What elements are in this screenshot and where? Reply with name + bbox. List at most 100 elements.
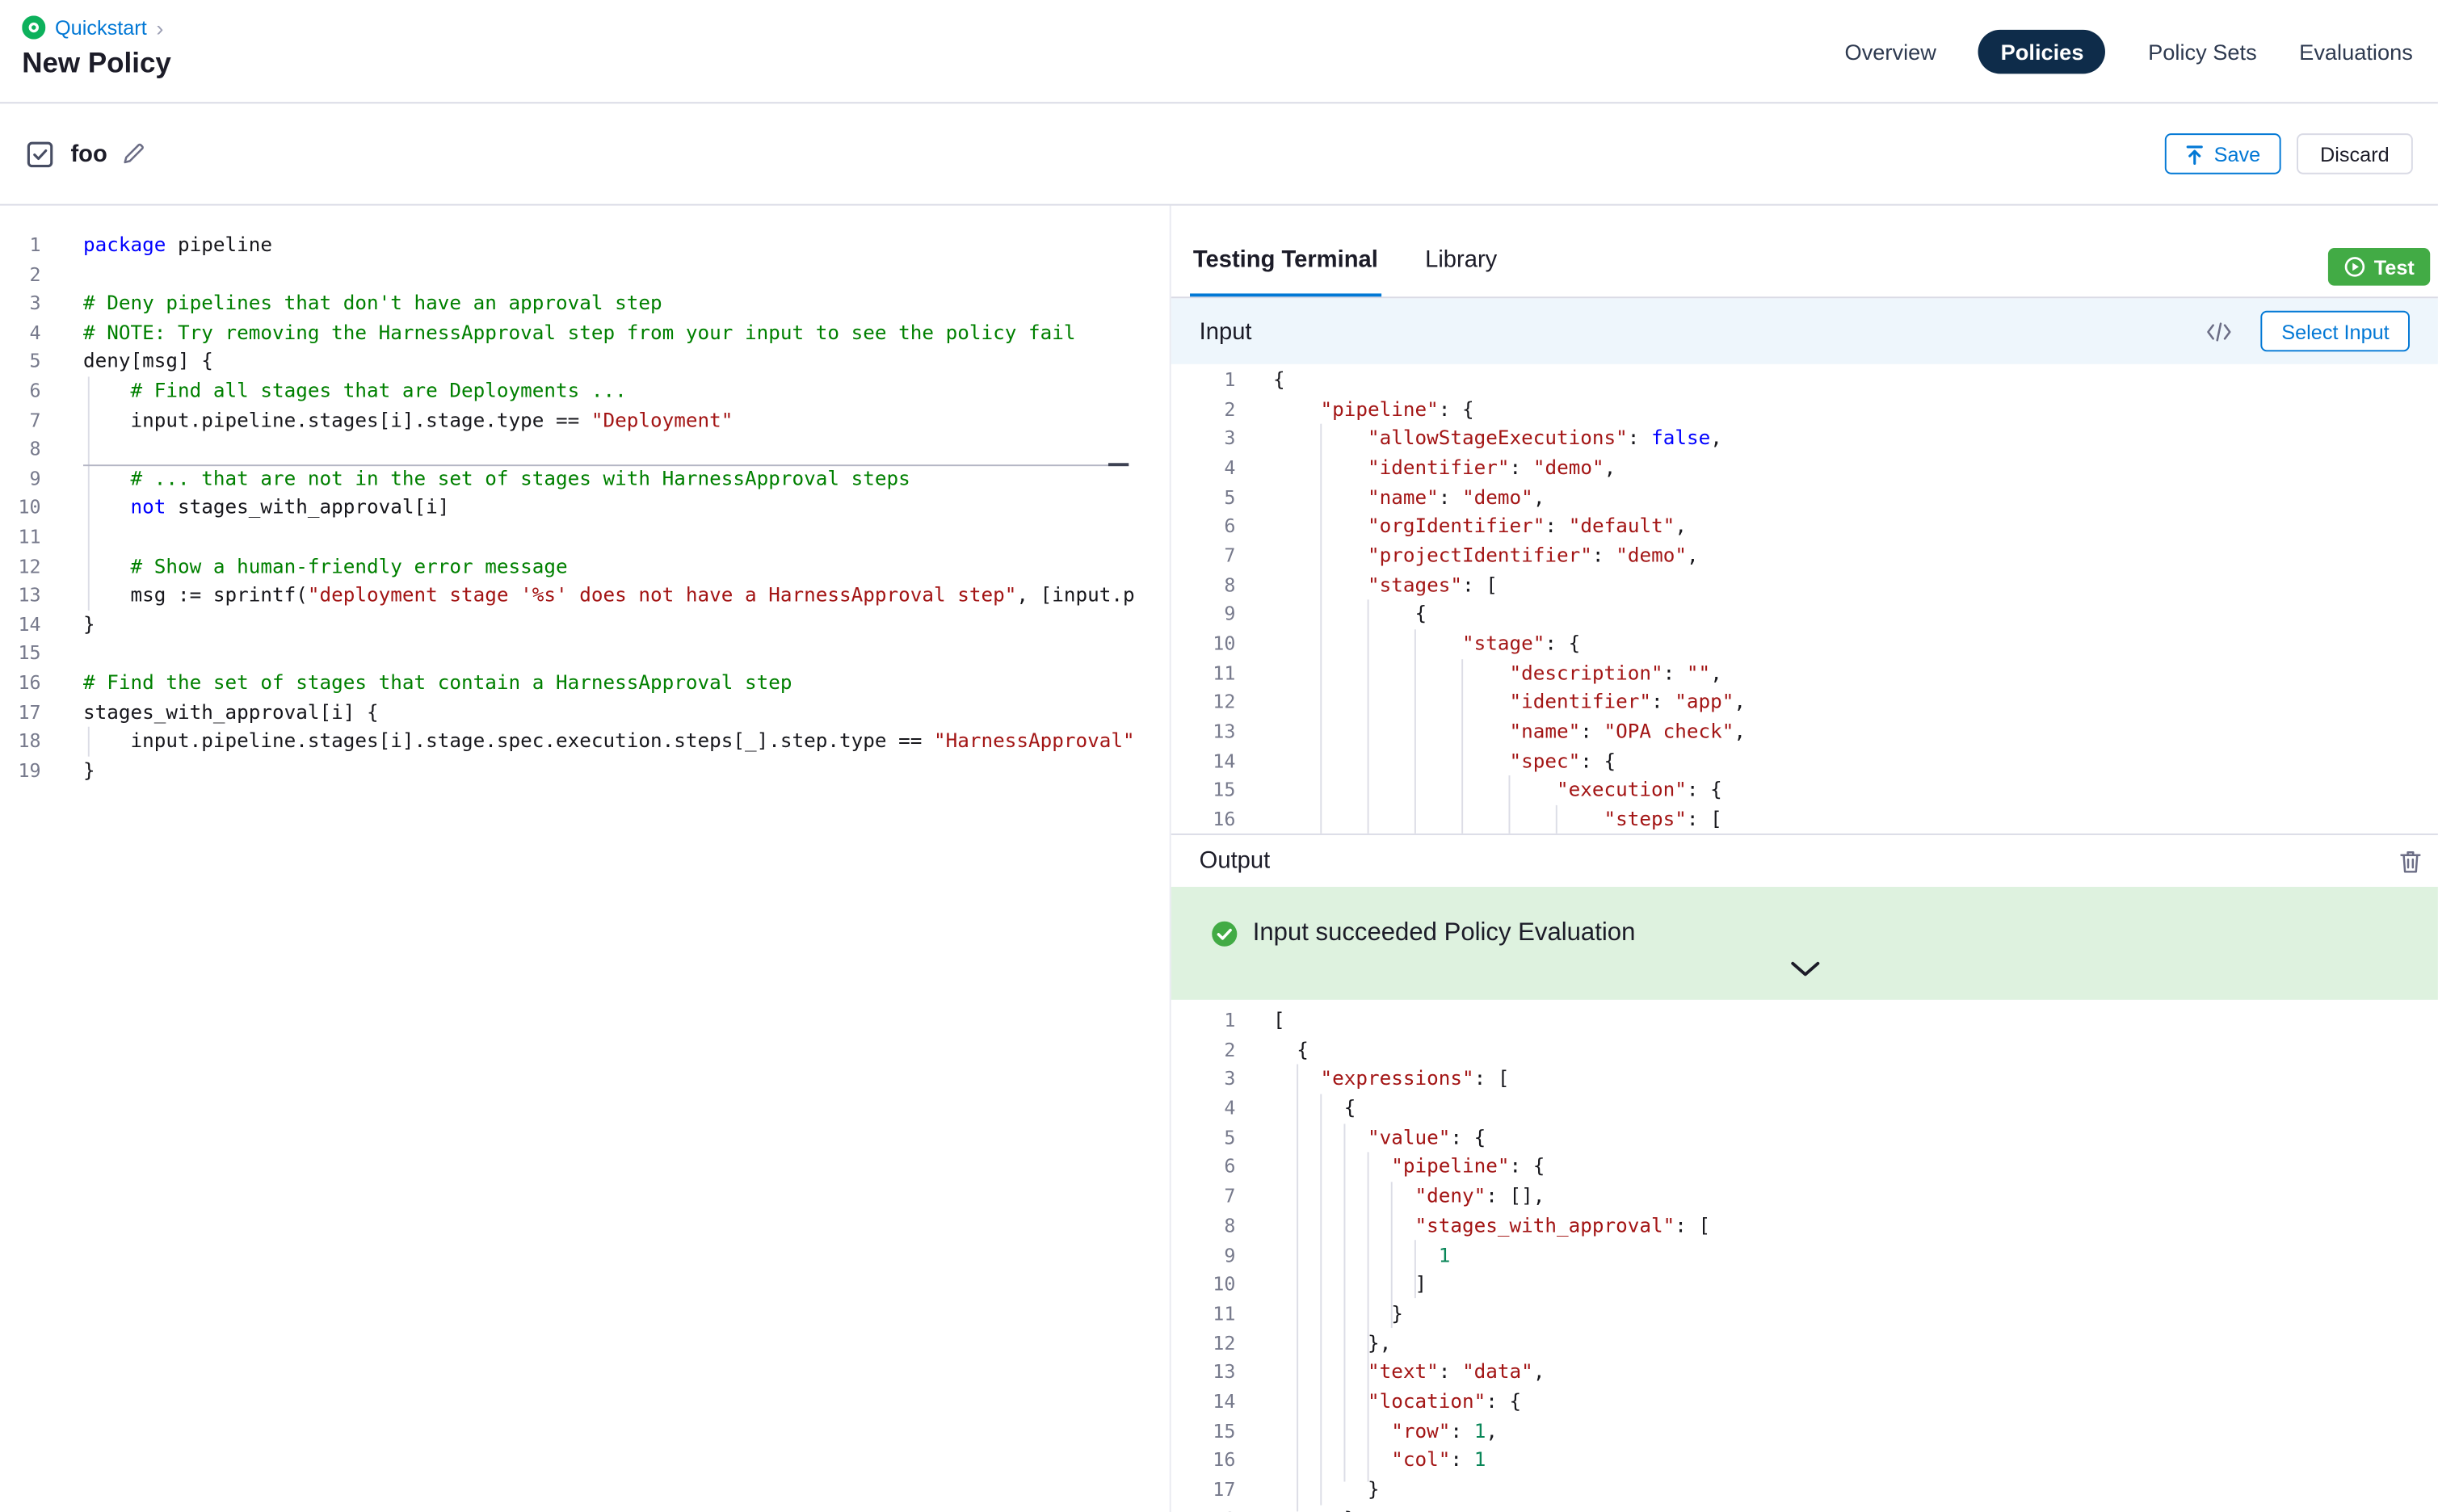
code-line[interactable]: 5deny[msg] {	[0, 347, 1170, 376]
save-button[interactable]: Save	[2165, 133, 2280, 174]
code-line-text: },	[1235, 1329, 1391, 1358]
nav-item-policies[interactable]: Policies	[1978, 30, 2105, 74]
code-line[interactable]: 11 "description": "",	[1171, 659, 2438, 688]
code-line[interactable]: 11	[0, 523, 1170, 552]
main-content: 1package pipeline23# Deny pipelines that…	[0, 206, 2438, 1512]
code-line[interactable]: 5 "name": "demo",	[1171, 483, 2438, 512]
line-number: 8	[1171, 1212, 1236, 1241]
code-line[interactable]: 13 "text": "data",	[1171, 1358, 2438, 1387]
code-line[interactable]: 3 "allowStageExecutions": false,	[1171, 424, 2438, 453]
code-line[interactable]: 2	[0, 260, 1170, 289]
code-line[interactable]: 6 "pipeline": {	[1171, 1153, 2438, 1182]
code-line[interactable]: 10 ]	[1171, 1270, 2438, 1299]
code-line[interactable]: 16# Find the set of stages that contain …	[0, 669, 1170, 698]
code-line[interactable]: 15	[0, 640, 1170, 669]
code-line[interactable]: 13 "name": "OPA check",	[1171, 717, 2438, 746]
line-number: 7	[1171, 1182, 1236, 1212]
code-line[interactable]: 19}	[0, 756, 1170, 785]
code-line[interactable]: 13 msg := sprintf("deployment stage '%s'…	[0, 581, 1170, 610]
code-line[interactable]: 9 # ... that are not in the set of stage…	[0, 464, 1170, 494]
input-json-code[interactable]: 1{2 "pipeline": {3 "allowStageExecutions…	[1171, 366, 2438, 834]
code-line[interactable]: 2 {	[1171, 1035, 2438, 1065]
fold-region-handle[interactable]	[1108, 463, 1129, 466]
chevron-down-icon[interactable]	[1789, 960, 1820, 977]
tab-library[interactable]: Library	[1422, 246, 1500, 296]
discard-button-label: Discard	[2320, 142, 2390, 166]
code-line[interactable]: 7 "projectIdentifier": "demo",	[1171, 541, 2438, 570]
code-line[interactable]: 17 }	[1171, 1476, 2438, 1505]
code-line[interactable]: 1package pipeline	[0, 231, 1170, 260]
code-line[interactable]: 18 input.pipeline.stages[i].stage.spec.e…	[0, 727, 1170, 756]
code-line[interactable]: 2 "pipeline": {	[1171, 395, 2438, 424]
line-number: 10	[0, 494, 41, 523]
output-json-viewer[interactable]: 1[2 {3 "expressions": [4 {5 "value": {6 …	[1171, 1000, 2438, 1512]
code-line[interactable]: 15 "row": 1,	[1171, 1417, 2438, 1446]
code-line[interactable]: 12 # Show a human-friendly error message	[0, 552, 1170, 581]
code-line-text: "pipeline": {	[1235, 1153, 1545, 1182]
code-line[interactable]: 8 "stages": [	[1171, 571, 2438, 600]
output-json-code[interactable]: 1[2 {3 "expressions": [4 {5 "value": {6 …	[1171, 1006, 2438, 1512]
code-line-text: "spec": {	[1235, 746, 1616, 775]
code-line[interactable]: 5 "value": {	[1171, 1124, 2438, 1153]
nav-item-overview[interactable]: Overview	[1845, 40, 1936, 65]
code-line[interactable]: 14 "location": {	[1171, 1388, 2438, 1417]
trash-icon[interactable]	[2398, 848, 2422, 873]
code-line-text: "name": "OPA check",	[1235, 717, 1746, 746]
line-number: 15	[0, 640, 41, 669]
testing-terminal-panel: Testing Terminal Library Test Input Sele…	[1170, 206, 2438, 1512]
code-line[interactable]: 14 "spec": {	[1171, 746, 2438, 775]
code-line[interactable]: 12 "identifier": "app",	[1171, 688, 2438, 717]
discard-button[interactable]: Discard	[2297, 133, 2413, 174]
policy-name: foo	[70, 141, 107, 167]
code-line-text: input.pipeline.stages[i].stage.type == "…	[41, 405, 734, 435]
code-line[interactable]: 9 1	[1171, 1241, 2438, 1270]
code-line[interactable]: 4 "identifier": "demo",	[1171, 454, 2438, 483]
code-line[interactable]: 6 # Find all stages that are Deployments…	[0, 376, 1170, 405]
input-json-editor[interactable]: 1{2 "pipeline": {3 "allowStageExecutions…	[1171, 364, 2438, 834]
code-line-text: "value": {	[1235, 1124, 1486, 1153]
code-line[interactable]: 10 not stages_with_approval[i]	[0, 494, 1170, 523]
nav-item-policy-sets[interactable]: Policy Sets	[2148, 40, 2257, 65]
line-number: 8	[1171, 571, 1236, 600]
code-line[interactable]: 11 }	[1171, 1300, 2438, 1329]
line-number: 10	[1171, 629, 1236, 658]
code-line[interactable]: 14}	[0, 610, 1170, 639]
code-line[interactable]: 7 "deny": [],	[1171, 1182, 2438, 1212]
code-line[interactable]: 3# Deny pipelines that don't have an app…	[0, 289, 1170, 318]
toolbar-actions: Save Discard	[2165, 133, 2412, 174]
policy-code[interactable]: 1package pipeline23# Deny pipelines that…	[0, 206, 1170, 786]
line-number: 13	[1171, 1358, 1236, 1387]
code-line[interactable]: 15 "execution": {	[1171, 776, 2438, 805]
code-line-text: deny[msg] {	[41, 347, 213, 376]
code-line[interactable]: 18 }	[1171, 1505, 2438, 1512]
code-line[interactable]: 12 },	[1171, 1329, 2438, 1358]
code-brackets-icon[interactable]	[2206, 321, 2233, 341]
terminal-tabs: Testing Terminal Library Test	[1171, 206, 2438, 299]
select-input-button[interactable]: Select Input	[2261, 311, 2410, 352]
nav-item-evaluations[interactable]: Evaluations	[2299, 40, 2413, 65]
code-line[interactable]: 1[	[1171, 1006, 2438, 1035]
tab-testing-terminal[interactable]: Testing Terminal	[1190, 246, 1381, 296]
harness-logo-icon[interactable]	[22, 15, 45, 39]
code-line[interactable]: 7 input.pipeline.stages[i].stage.type ==…	[0, 405, 1170, 435]
code-line[interactable]: 9 {	[1171, 600, 2438, 629]
code-line[interactable]: 1{	[1171, 366, 2438, 395]
code-line[interactable]: 16 "col": 1	[1171, 1446, 2438, 1475]
code-line[interactable]: 17stages_with_approval[i] {	[0, 698, 1170, 727]
policy-code-editor[interactable]: 1package pipeline23# Deny pipelines that…	[0, 206, 1170, 1512]
code-line[interactable]: 8 "stages_with_approval": [	[1171, 1212, 2438, 1241]
code-line[interactable]: 16 "steps": [	[1171, 805, 2438, 834]
code-line-text: }	[41, 756, 95, 785]
test-button[interactable]: Test	[2328, 248, 2430, 286]
code-line[interactable]: 8	[0, 435, 1170, 464]
arrow-up-icon	[2186, 144, 2205, 164]
code-line[interactable]: 3 "expressions": [	[1171, 1065, 2438, 1094]
edit-pencil-icon[interactable]	[123, 143, 145, 165]
code-line[interactable]: 6 "orgIdentifier": "default",	[1171, 512, 2438, 541]
code-line[interactable]: 10 "stage": {	[1171, 629, 2438, 658]
code-line-text: "stage": {	[1235, 629, 1580, 658]
code-line[interactable]: 4# NOTE: Try removing the HarnessApprova…	[0, 318, 1170, 347]
breadcrumb-quickstart-link[interactable]: Quickstart	[55, 15, 147, 39]
line-number: 14	[1171, 746, 1236, 775]
code-line[interactable]: 4 {	[1171, 1094, 2438, 1124]
